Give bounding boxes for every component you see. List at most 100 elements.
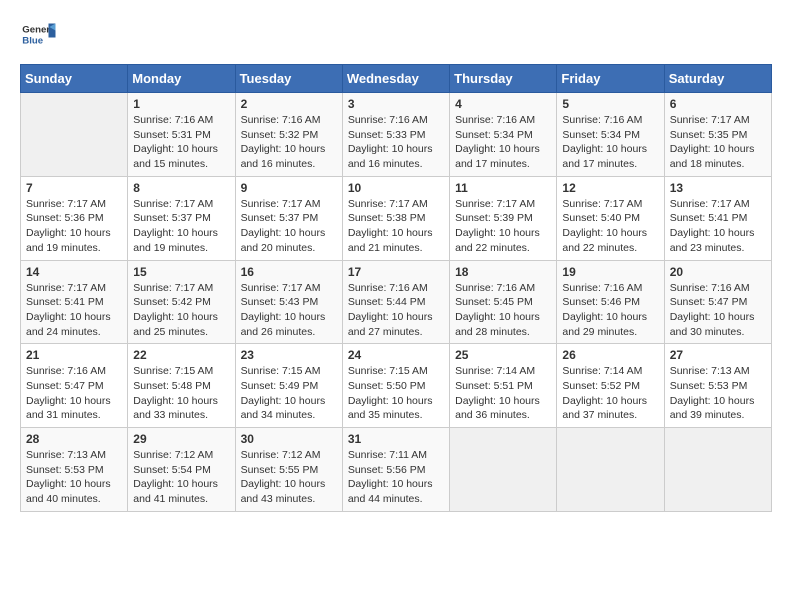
- calendar-cell: [450, 428, 557, 512]
- page-header: General Blue: [20, 20, 772, 48]
- calendar-cell: 23 Sunrise: 7:15 AM Sunset: 5:49 PM Dayli…: [235, 344, 342, 428]
- day-info: Sunrise: 7:15 AM Sunset: 5:48 PM Dayligh…: [133, 364, 229, 423]
- calendar-cell: 16 Sunrise: 7:17 AM Sunset: 5:43 PM Dayli…: [235, 260, 342, 344]
- calendar-cell: [21, 93, 128, 177]
- day-number: 9: [241, 181, 337, 195]
- calendar-cell: 28 Sunrise: 7:13 AM Sunset: 5:53 PM Dayli…: [21, 428, 128, 512]
- calendar-cell: 19 Sunrise: 7:16 AM Sunset: 5:46 PM Dayli…: [557, 260, 664, 344]
- header-row: SundayMondayTuesdayWednesdayThursdayFrid…: [21, 65, 772, 93]
- header-friday: Friday: [557, 65, 664, 93]
- day-info: Sunrise: 7:13 AM Sunset: 5:53 PM Dayligh…: [26, 448, 122, 507]
- day-number: 3: [348, 97, 444, 111]
- calendar-cell: 6 Sunrise: 7:17 AM Sunset: 5:35 PM Daylig…: [664, 93, 771, 177]
- week-row-5: 28 Sunrise: 7:13 AM Sunset: 5:53 PM Dayli…: [21, 428, 772, 512]
- day-number: 15: [133, 265, 229, 279]
- calendar-cell: 22Sunrise: 7:15 AM Sunset: 5:48 PM Dayli…: [128, 344, 235, 428]
- calendar-cell: 29 Sunrise: 7:12 AM Sunset: 5:54 PM Dayli…: [128, 428, 235, 512]
- day-number: 8: [133, 181, 229, 195]
- day-number: 24: [348, 348, 444, 362]
- day-info: Sunrise: 7:17 AM Sunset: 5:39 PM Dayligh…: [455, 197, 551, 256]
- day-number: 25: [455, 348, 551, 362]
- day-info: Sunrise: 7:15 AM Sunset: 5:50 PM Dayligh…: [348, 364, 444, 423]
- day-info: Sunrise: 7:14 AM Sunset: 5:51 PM Dayligh…: [455, 364, 551, 423]
- calendar-cell: 12 Sunrise: 7:17 AM Sunset: 5:40 PM Dayli…: [557, 176, 664, 260]
- day-info: Sunrise: 7:16 AM Sunset: 5:33 PM Dayligh…: [348, 113, 444, 172]
- week-row-4: 21 Sunrise: 7:16 AM Sunset: 5:47 PM Dayli…: [21, 344, 772, 428]
- day-info: Sunrise: 7:17 AM Sunset: 5:38 PM Dayligh…: [348, 197, 444, 256]
- day-info: Sunrise: 7:17 AM Sunset: 5:36 PM Dayligh…: [26, 197, 122, 256]
- calendar-cell: 25 Sunrise: 7:14 AM Sunset: 5:51 PM Dayli…: [450, 344, 557, 428]
- day-info: Sunrise: 7:16 AM Sunset: 5:31 PM Dayligh…: [133, 113, 229, 172]
- day-info: Sunrise: 7:11 AM Sunset: 5:56 PM Dayligh…: [348, 448, 444, 507]
- calendar-cell: [557, 428, 664, 512]
- day-info: Sunrise: 7:13 AM Sunset: 5:53 PM Dayligh…: [670, 364, 766, 423]
- day-number: 23: [241, 348, 337, 362]
- day-number: 26: [562, 348, 658, 362]
- day-info: Sunrise: 7:16 AM Sunset: 5:45 PM Dayligh…: [455, 281, 551, 340]
- calendar-cell: 14Sunrise: 7:17 AM Sunset: 5:41 PM Dayli…: [21, 260, 128, 344]
- calendar-cell: 15 Sunrise: 7:17 AM Sunset: 5:42 PM Dayli…: [128, 260, 235, 344]
- day-number: 20: [670, 265, 766, 279]
- day-number: 6: [670, 97, 766, 111]
- day-number: 2: [241, 97, 337, 111]
- day-number: 18: [455, 265, 551, 279]
- day-number: 11: [455, 181, 551, 195]
- day-info: Sunrise: 7:17 AM Sunset: 5:35 PM Dayligh…: [670, 113, 766, 172]
- calendar-cell: 3 Sunrise: 7:16 AM Sunset: 5:33 PM Daylig…: [342, 93, 449, 177]
- day-number: 19: [562, 265, 658, 279]
- header-thursday: Thursday: [450, 65, 557, 93]
- day-info: Sunrise: 7:16 AM Sunset: 5:34 PM Dayligh…: [562, 113, 658, 172]
- day-number: 16: [241, 265, 337, 279]
- day-number: 5: [562, 97, 658, 111]
- day-number: 14: [26, 265, 122, 279]
- day-number: 4: [455, 97, 551, 111]
- calendar-cell: 8 Sunrise: 7:17 AM Sunset: 5:37 PM Daylig…: [128, 176, 235, 260]
- header-wednesday: Wednesday: [342, 65, 449, 93]
- week-row-3: 14Sunrise: 7:17 AM Sunset: 5:41 PM Dayli…: [21, 260, 772, 344]
- svg-text:Blue: Blue: [22, 36, 43, 47]
- day-info: Sunrise: 7:17 AM Sunset: 5:40 PM Dayligh…: [562, 197, 658, 256]
- calendar-cell: 2 Sunrise: 7:16 AM Sunset: 5:32 PM Daylig…: [235, 93, 342, 177]
- day-info: Sunrise: 7:17 AM Sunset: 5:42 PM Dayligh…: [133, 281, 229, 340]
- day-info: Sunrise: 7:14 AM Sunset: 5:52 PM Dayligh…: [562, 364, 658, 423]
- logo: General Blue: [20, 20, 56, 48]
- day-info: Sunrise: 7:16 AM Sunset: 5:34 PM Dayligh…: [455, 113, 551, 172]
- header-saturday: Saturday: [664, 65, 771, 93]
- day-number: 28: [26, 432, 122, 446]
- calendar-cell: 30Sunrise: 7:12 AM Sunset: 5:55 PM Dayli…: [235, 428, 342, 512]
- day-info: Sunrise: 7:17 AM Sunset: 5:41 PM Dayligh…: [670, 197, 766, 256]
- day-info: Sunrise: 7:16 AM Sunset: 5:47 PM Dayligh…: [26, 364, 122, 423]
- calendar-cell: 4 Sunrise: 7:16 AM Sunset: 5:34 PM Daylig…: [450, 93, 557, 177]
- calendar-cell: 20 Sunrise: 7:16 AM Sunset: 5:47 PM Dayli…: [664, 260, 771, 344]
- calendar-cell: 26 Sunrise: 7:14 AM Sunset: 5:52 PM Dayli…: [557, 344, 664, 428]
- day-info: Sunrise: 7:17 AM Sunset: 5:37 PM Dayligh…: [133, 197, 229, 256]
- day-number: 31: [348, 432, 444, 446]
- calendar-cell: 9 Sunrise: 7:17 AM Sunset: 5:37 PM Daylig…: [235, 176, 342, 260]
- calendar-cell: 11 Sunrise: 7:17 AM Sunset: 5:39 PM Dayli…: [450, 176, 557, 260]
- day-info: Sunrise: 7:16 AM Sunset: 5:44 PM Dayligh…: [348, 281, 444, 340]
- day-info: Sunrise: 7:16 AM Sunset: 5:46 PM Dayligh…: [562, 281, 658, 340]
- header-tuesday: Tuesday: [235, 65, 342, 93]
- day-number: 29: [133, 432, 229, 446]
- calendar-cell: 13 Sunrise: 7:17 AM Sunset: 5:41 PM Dayli…: [664, 176, 771, 260]
- day-info: Sunrise: 7:12 AM Sunset: 5:54 PM Dayligh…: [133, 448, 229, 507]
- day-number: 30: [241, 432, 337, 446]
- week-row-1: 1 Sunrise: 7:16 AM Sunset: 5:31 PM Daylig…: [21, 93, 772, 177]
- day-info: Sunrise: 7:16 AM Sunset: 5:47 PM Dayligh…: [670, 281, 766, 340]
- calendar-cell: [664, 428, 771, 512]
- day-number: 21: [26, 348, 122, 362]
- calendar-table: SundayMondayTuesdayWednesdayThursdayFrid…: [20, 64, 772, 512]
- day-number: 1: [133, 97, 229, 111]
- calendar-cell: 5 Sunrise: 7:16 AM Sunset: 5:34 PM Daylig…: [557, 93, 664, 177]
- day-info: Sunrise: 7:17 AM Sunset: 5:43 PM Dayligh…: [241, 281, 337, 340]
- day-number: 10: [348, 181, 444, 195]
- calendar-cell: 27 Sunrise: 7:13 AM Sunset: 5:53 PM Dayli…: [664, 344, 771, 428]
- day-number: 17: [348, 265, 444, 279]
- day-info: Sunrise: 7:17 AM Sunset: 5:37 PM Dayligh…: [241, 197, 337, 256]
- calendar-cell: 31 Sunrise: 7:11 AM Sunset: 5:56 PM Dayli…: [342, 428, 449, 512]
- day-info: Sunrise: 7:16 AM Sunset: 5:32 PM Dayligh…: [241, 113, 337, 172]
- day-number: 27: [670, 348, 766, 362]
- day-info: Sunrise: 7:15 AM Sunset: 5:49 PM Dayligh…: [241, 364, 337, 423]
- day-number: 13: [670, 181, 766, 195]
- day-number: 12: [562, 181, 658, 195]
